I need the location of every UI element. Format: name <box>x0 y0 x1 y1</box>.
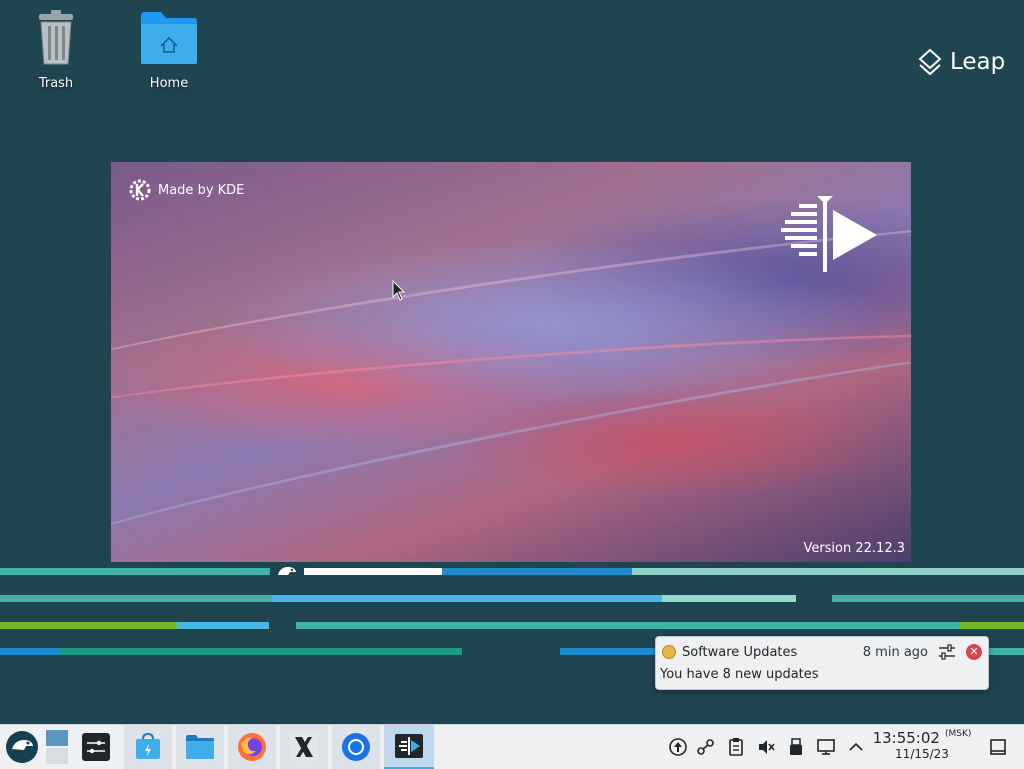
taskbar-panel: 13:55:02 (MSK) 11/15/23 <box>0 724 1024 769</box>
kdenlive-icon <box>395 734 423 758</box>
update-icon[interactable] <box>668 737 688 757</box>
kdenlive-splash-screen: Made by KDE Version 22.12.3 <box>111 162 911 562</box>
taskbar-firefox[interactable] <box>228 725 276 769</box>
volume-muted-icon[interactable] <box>756 737 776 757</box>
leap-brand-text: Leap <box>950 49 1006 75</box>
taskbar-dolphin[interactable] <box>176 725 224 769</box>
settings-icon <box>82 733 110 761</box>
show-desktop-icon[interactable] <box>988 737 1008 757</box>
wallpaper-stripe <box>0 595 272 602</box>
wallpaper-stripe <box>632 568 1024 575</box>
made-by-text: Made by KDE <box>158 182 245 198</box>
wallpaper-stripe <box>560 648 656 655</box>
home-folder-icon <box>141 12 197 64</box>
virtual-desktop-pager[interactable] <box>44 725 70 769</box>
display-icon[interactable] <box>816 737 836 757</box>
desktop-icon-trash[interactable]: Trash <box>16 10 96 91</box>
wallpaper-stripe <box>988 648 1024 655</box>
notification-app-name: Software Updates <box>682 644 798 660</box>
taskbar-discover[interactable] <box>124 725 172 769</box>
wallpaper-stripe <box>0 648 60 655</box>
opensuse-icon <box>6 731 38 763</box>
trash-icon <box>39 10 73 65</box>
software-updates-notification[interactable]: Software Updates 8 min ago ✕ You have 8 … <box>655 636 989 690</box>
kdenlive-logo-icon <box>781 196 877 272</box>
discover-icon <box>136 733 160 759</box>
desktop-icon-home[interactable]: Home <box>129 10 209 91</box>
version-label: Version 22.12.3 <box>803 541 905 556</box>
taskbar-chromium[interactable] <box>332 725 380 769</box>
notification-body: You have 8 new updates <box>660 667 819 682</box>
taskbar-system-settings[interactable] <box>72 725 120 769</box>
chameleon-icon <box>278 567 296 575</box>
wallpaper-stripe <box>60 648 462 655</box>
chromium-icon <box>342 733 370 761</box>
file-manager-icon <box>186 735 214 759</box>
taskbar-x-application[interactable] <box>280 725 328 769</box>
clipboard-icon[interactable] <box>726 737 746 757</box>
wallpaper-stripe <box>177 622 269 629</box>
clock-timezone: (MSK) <box>945 729 972 739</box>
opensuse-leap-logo: Leap <box>918 48 1005 76</box>
notification-close-button[interactable]: ✕ <box>966 644 982 660</box>
made-by-kde: Made by KDE <box>128 178 244 202</box>
clock-date: 11/15/23 <box>895 747 949 761</box>
application-launcher-button[interactable] <box>0 725 44 769</box>
wallpaper-stripe <box>442 568 632 575</box>
mouse-cursor-icon <box>392 280 406 301</box>
network-icon[interactable] <box>696 737 716 757</box>
wallpaper-stripe <box>0 622 177 629</box>
virtual-desktop-pager-icon <box>46 730 68 764</box>
taskbar-kdenlive[interactable] <box>384 725 434 769</box>
wallpaper-stripe <box>272 595 662 602</box>
wallpaper-stripe <box>304 568 442 575</box>
kde-gear-icon <box>129 179 151 201</box>
wallpaper-stripe <box>832 595 1024 602</box>
wallpaper-stripe <box>296 622 960 629</box>
wallpaper-stripe <box>0 568 270 575</box>
x-icon <box>290 733 318 761</box>
trash-label: Trash <box>38 76 74 91</box>
wallpaper-stripe <box>662 595 796 602</box>
home-label: Home <box>149 76 189 91</box>
notification-time: 8 min ago <box>862 644 928 660</box>
wallpaper-stripe <box>960 622 1024 629</box>
firefox-icon <box>238 733 266 761</box>
digital-clock[interactable]: 13:55:02 (MSK) 11/15/23 <box>870 729 974 761</box>
usb-icon[interactable] <box>786 737 806 757</box>
update-notification-icon <box>662 645 676 659</box>
clock-time: 13:55:02 <box>872 729 940 747</box>
expand-tray-icon[interactable] <box>846 737 866 757</box>
leap-diamond-icon <box>918 48 942 76</box>
notification-settings-icon[interactable] <box>938 643 956 661</box>
